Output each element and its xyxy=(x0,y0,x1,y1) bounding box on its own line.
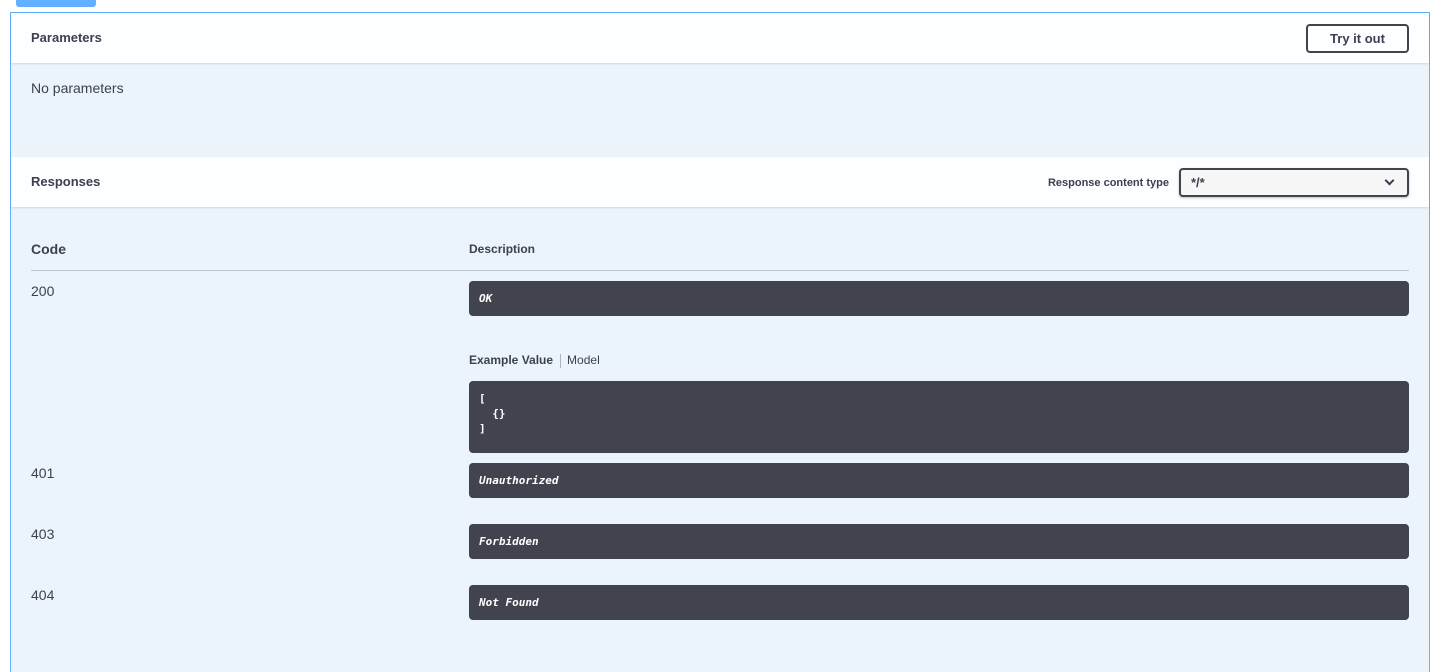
response-description-403: Forbidden xyxy=(469,524,1409,559)
example-value-code: [ {} ] xyxy=(479,392,506,435)
parameters-header: Parameters Try it out xyxy=(11,13,1429,63)
content-type-value: */* xyxy=(1191,175,1205,190)
responses-title: Responses xyxy=(31,174,101,189)
operation-summary-tab-edge[interactable] xyxy=(16,0,96,7)
no-parameters-text: No parameters xyxy=(31,80,124,96)
example-value-box: [ {} ] xyxy=(469,381,1409,453)
response-content-type-select[interactable]: */* xyxy=(1179,168,1409,197)
response-code-200: 200 xyxy=(31,283,55,299)
response-code-403: 403 xyxy=(31,526,55,542)
table-header-divider xyxy=(31,270,1409,271)
responses-header: Responses Response content type */* xyxy=(11,157,1429,207)
response-content-type-label: Response content type xyxy=(1047,177,1169,189)
response-description-text: Forbidden xyxy=(479,535,539,548)
operation-body: Parameters Try it out No parameters Resp… xyxy=(10,12,1430,672)
response-code-401: 401 xyxy=(31,465,55,481)
response-description-401: Unauthorized xyxy=(469,463,1409,498)
response-description-200: OK xyxy=(469,281,1409,316)
response-code-404: 404 xyxy=(31,587,55,603)
response-description-404: Not Found xyxy=(469,585,1409,620)
code-column-header: Code xyxy=(31,241,66,257)
example-value-tab[interactable]: Example Value xyxy=(469,353,553,367)
response-description-text: Not Found xyxy=(479,596,539,609)
parameters-title: Parameters xyxy=(31,30,102,45)
chevron-down-icon xyxy=(1384,175,1395,186)
example-tabs: Example Value Model xyxy=(469,353,600,368)
tab-divider xyxy=(560,353,562,368)
try-it-out-button[interactable]: Try it out xyxy=(1306,24,1409,53)
response-description-text: OK xyxy=(479,292,493,305)
model-tab[interactable]: Model xyxy=(567,353,600,367)
description-column-header: Description xyxy=(469,242,536,256)
response-description-text: Unauthorized xyxy=(479,474,559,487)
